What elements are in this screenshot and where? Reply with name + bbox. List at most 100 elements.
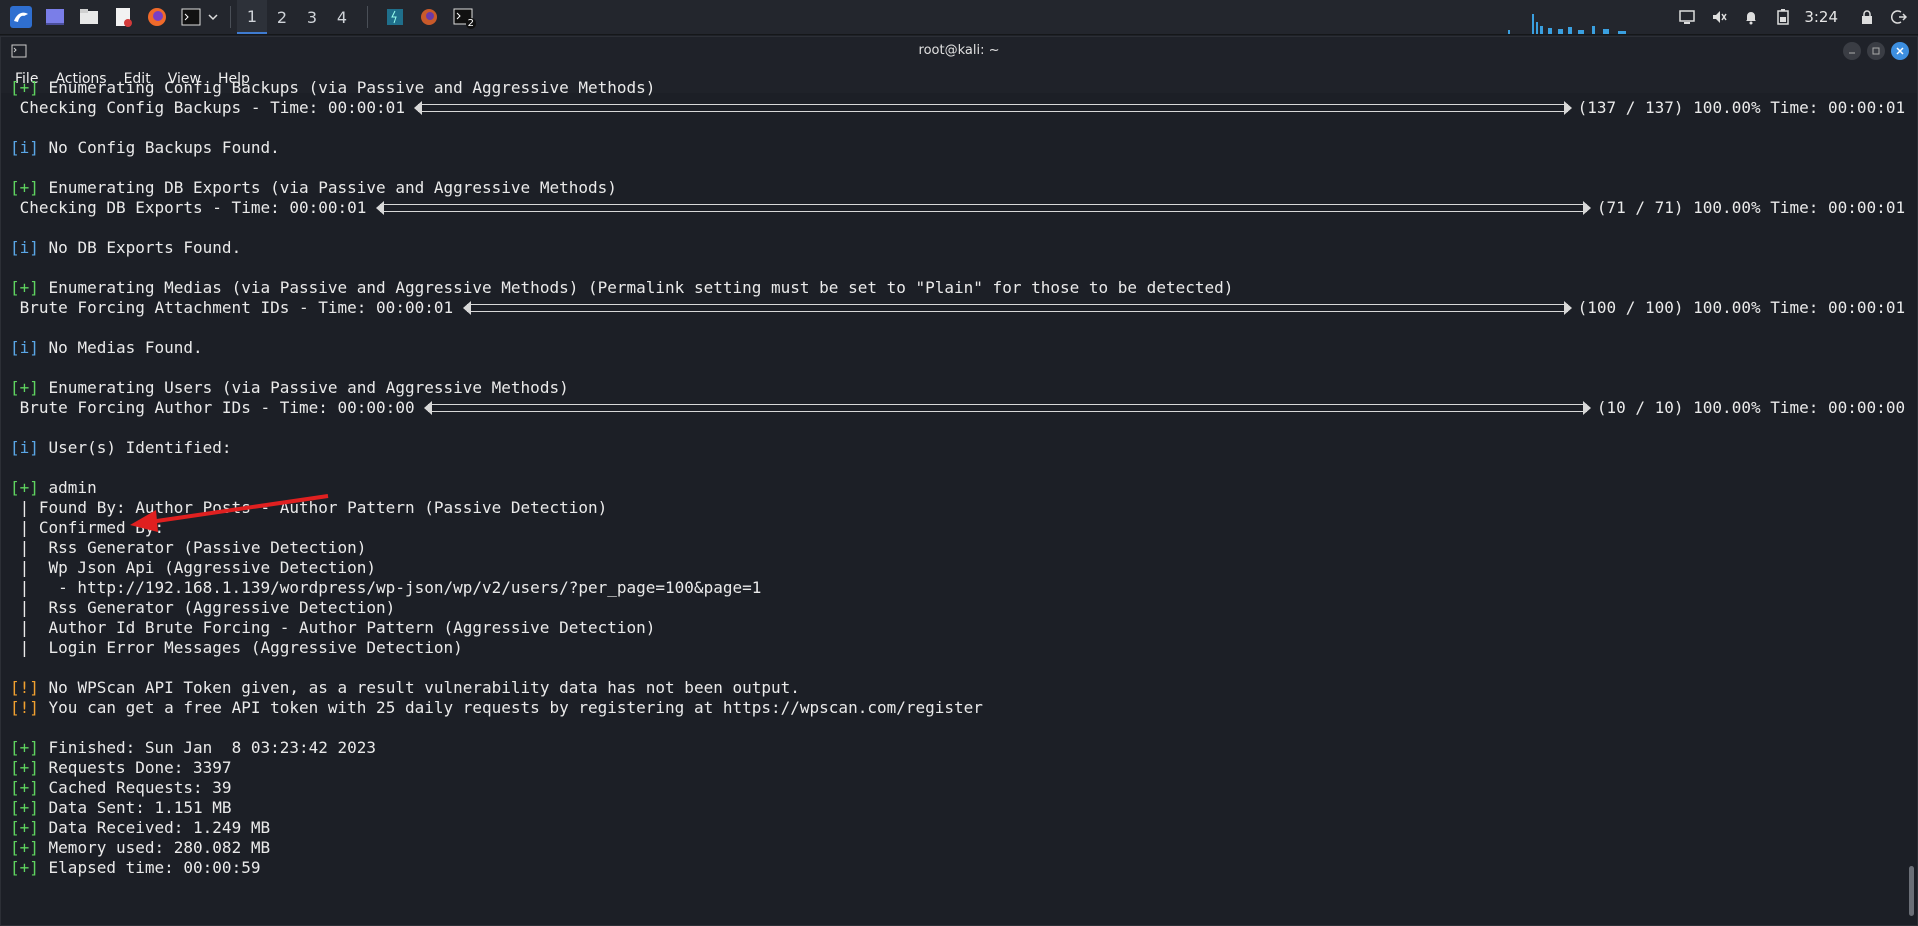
line-tag: [+] (10, 738, 39, 757)
line-tag: [i] (10, 438, 39, 457)
line-text: No Config Backups Found. (38, 138, 280, 157)
progress-bar (414, 101, 1572, 115)
line-text: No Medias Found. (38, 338, 203, 357)
terminal-icon[interactable] (178, 4, 204, 30)
maximize-button[interactable] (1867, 42, 1885, 60)
line-text: Brute Forcing Attachment IDs - Time: 00:… (10, 298, 463, 317)
close-button[interactable] (1891, 42, 1909, 60)
chevron-down-icon[interactable] (206, 4, 220, 30)
terminal-line: | Rss Generator (Passive Detection) (10, 538, 1905, 558)
terminal-line: Checking DB Exports - Time: 00:00:01 (71… (10, 198, 1905, 218)
line-tag: [i] (10, 138, 39, 157)
line-text: | Login Error Messages (Aggressive Detec… (10, 638, 463, 657)
taskbar-divider (367, 6, 368, 28)
workspace-3[interactable]: 3 (297, 0, 327, 34)
terminal-line: [!] You can get a free API token with 25… (10, 698, 1905, 718)
kali-menu-icon[interactable] (8, 4, 34, 30)
red-arrow-annotation (130, 494, 329, 532)
line-text: No WPScan API Token given, as a result v… (38, 678, 800, 697)
terminal-line: [+] Data Sent: 1.151 MB (10, 798, 1905, 818)
app-window-icon[interactable] (382, 4, 408, 30)
taskbar: 1 2 3 4 2 3:24 (0, 0, 1918, 35)
notification-bell-icon[interactable] (1738, 4, 1764, 30)
progress-stats: (10 / 10) 100.00% Time: 00:00:00 (1596, 398, 1905, 417)
line-text: | Rss Generator (Aggressive Detection) (10, 598, 396, 617)
line-text: Elapsed time: 00:00:59 (38, 858, 261, 877)
progress-bar (375, 201, 1591, 215)
window-titlebar[interactable]: root@kali: ~ (1, 37, 1917, 65)
scrollbar[interactable] (1909, 866, 1914, 916)
line-text: Enumerating Users (via Passive and Aggre… (38, 378, 569, 397)
line-text: Enumerating DB Exports (via Passive and … (38, 178, 617, 197)
terminal-line: | Login Error Messages (Aggressive Detec… (10, 638, 1905, 658)
volume-muted-icon[interactable] (1706, 4, 1732, 30)
line-text: | Wp Json Api (Aggressive Detection) (10, 558, 377, 577)
line-tag: [i] (10, 238, 39, 257)
desktop-icon[interactable] (42, 4, 68, 30)
terminal-output[interactable]: [+] Enumerating Config Backups (via Pass… (10, 78, 1905, 888)
line-text: Checking Config Backups - Time: 00:00:01 (10, 98, 415, 117)
terminal-line: [!] No WPScan API Token given, as a resu… (10, 678, 1905, 698)
file-manager-icon[interactable] (76, 4, 102, 30)
line-tag: [+] (10, 758, 39, 777)
window-count-badge: 2 (465, 18, 476, 29)
terminal-line: | - http://192.168.1.139/wordpress/wp-js… (10, 578, 1905, 598)
line-text: admin (38, 478, 97, 497)
line-text: Requests Done: 3397 (38, 758, 232, 777)
terminal-line: [i] User(s) Identified: (10, 438, 1905, 458)
lock-icon[interactable] (1854, 4, 1880, 30)
workspace-2[interactable]: 2 (267, 0, 297, 34)
terminal-line: [+] Requests Done: 3397 (10, 758, 1905, 778)
firefox-window-icon[interactable] (416, 4, 442, 30)
line-tag: [+] (10, 778, 39, 797)
terminal-line: [i] No Config Backups Found. (10, 138, 1905, 158)
line-text: Enumerating Medias (via Passive and Aggr… (38, 278, 1234, 297)
progress-bar (424, 401, 1591, 415)
line-tag: [i] (10, 338, 39, 357)
workspace-4[interactable]: 4 (327, 0, 357, 34)
firefox-icon[interactable] (144, 4, 170, 30)
network-graph (1508, 14, 1626, 34)
line-text: | Author Id Brute Forcing - Author Patte… (10, 618, 656, 637)
line-text: | Rss Generator (Passive Detection) (10, 538, 367, 557)
line-text: Memory used: 280.082 MB (38, 838, 271, 857)
clock[interactable]: 3:24 (1804, 8, 1838, 26)
terminal-line: [+] Enumerating Users (via Passive and A… (10, 378, 1905, 398)
line-tag: [+] (10, 378, 39, 397)
terminal-window-icon[interactable]: 2 (450, 4, 476, 30)
taskbar-divider (230, 6, 231, 28)
terminal-line: [+] Elapsed time: 00:00:59 (10, 858, 1905, 878)
terminal-line: [+] Memory used: 280.082 MB (10, 838, 1905, 858)
line-text: | - http://192.168.1.139/wordpress/wp-js… (10, 578, 762, 597)
line-tag: [+] (10, 838, 39, 857)
line-tag: [+] (10, 858, 39, 877)
terminal-line: Brute Forcing Author IDs - Time: 00:00:0… (10, 398, 1905, 418)
line-tag: [+] (10, 798, 39, 817)
workspace-1[interactable]: 1 (237, 0, 267, 34)
battery-icon[interactable] (1770, 4, 1796, 30)
progress-bar (462, 301, 1572, 315)
terminal-line: [+] Enumerating Config Backups (via Pass… (10, 78, 1905, 98)
line-text: Brute Forcing Author IDs - Time: 00:00:0… (10, 398, 425, 417)
progress-stats: (100 / 100) 100.00% Time: 00:00:01 (1577, 298, 1905, 317)
line-text: You can get a free API token with 25 dai… (38, 698, 983, 717)
minimize-button[interactable] (1843, 42, 1861, 60)
line-text: No DB Exports Found. (38, 238, 242, 257)
terminal-line: | Wp Json Api (Aggressive Detection) (10, 558, 1905, 578)
line-tag: [!] (10, 698, 39, 717)
line-tag: [+] (10, 478, 39, 497)
line-text: Enumerating Config Backups (via Passive … (38, 78, 656, 97)
line-text: Data Received: 1.249 MB (38, 818, 271, 837)
terminal-line: | Author Id Brute Forcing - Author Patte… (10, 618, 1905, 638)
text-editor-icon[interactable] (110, 4, 136, 30)
terminal-line: [+] Enumerating DB Exports (via Passive … (10, 178, 1905, 198)
line-tag: [!] (10, 678, 39, 697)
terminal-line: [i] No DB Exports Found. (10, 238, 1905, 258)
display-icon[interactable] (1674, 4, 1700, 30)
logout-icon[interactable] (1886, 4, 1912, 30)
